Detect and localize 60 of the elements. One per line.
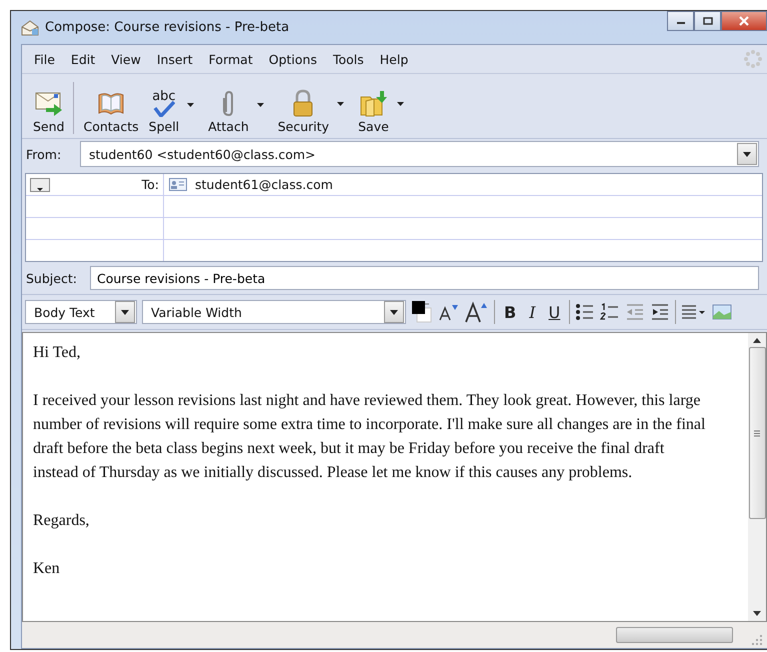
message-paragraph: Hi Ted, xyxy=(33,343,82,363)
scroll-up-icon[interactable] xyxy=(753,338,761,343)
message-paragraph: Regards, xyxy=(33,511,90,531)
increase-indent-icon[interactable] xyxy=(650,302,670,322)
grip-icon xyxy=(754,430,760,436)
menu-item[interactable]: Format xyxy=(200,52,261,66)
message-paragraph: I received your lesson revisions last night and have reviewed them. They look great. However, this large number of revisions will require some extra time to incorporate. I'll make sure all changes are in the final draft before the beta class begins next week, but it may be Friday before you receive the final draft instead of Thursday as we initially discussed. Please let me know if this causes any problems. xyxy=(33,391,706,483)
folder-arrow-icon xyxy=(358,89,388,117)
recipient-type-dropdown[interactable]: To: xyxy=(26,174,164,195)
caret-icon xyxy=(743,152,751,156)
activity-icon xyxy=(743,49,763,69)
menu-item[interactable]: File xyxy=(26,52,63,66)
menu-item[interactable]: Insert xyxy=(148,52,201,66)
toolbar-button[interactable]: Security xyxy=(272,89,354,134)
checkmark-icon xyxy=(152,101,175,117)
minimize-button[interactable] xyxy=(667,11,694,31)
maximize-icon xyxy=(702,17,712,25)
paragraph-style-dropdown[interactable]: Body Text xyxy=(25,300,137,324)
vertical-scrollbar[interactable] xyxy=(748,333,766,621)
close-button[interactable] xyxy=(721,11,767,31)
menu-item[interactable]: View xyxy=(103,52,149,66)
subject-label: Subject: xyxy=(26,270,78,286)
maximize-button[interactable] xyxy=(694,11,721,31)
scroll-down-icon[interactable] xyxy=(753,611,761,616)
contact-card-icon xyxy=(169,178,187,191)
caret-icon xyxy=(256,102,264,106)
underline-button[interactable]: U xyxy=(544,302,564,322)
caret-icon xyxy=(37,188,43,190)
menu-item[interactable]: Edit xyxy=(62,52,104,66)
larger-text-icon[interactable] xyxy=(465,300,489,324)
bold-button[interactable]: B xyxy=(500,302,520,322)
caret-icon xyxy=(337,102,344,106)
paperclip-icon xyxy=(223,91,234,117)
from-dropdown[interactable]: student60 <student60@class.com> xyxy=(80,141,759,167)
toolbar-button[interactable]: Contacts xyxy=(78,89,144,134)
italic-button[interactable]: I xyxy=(525,302,540,322)
envelope-icon xyxy=(21,20,39,36)
toolbar-button[interactable]: Save xyxy=(353,89,413,134)
text-color-icon[interactable] xyxy=(411,300,433,324)
numbered-list-icon[interactable] xyxy=(600,302,620,322)
caret-icon xyxy=(396,102,404,106)
toolbar-button[interactable]: abc Spell xyxy=(144,91,204,134)
close-icon xyxy=(738,16,750,26)
menu-item[interactable]: Help xyxy=(372,52,416,66)
bullet-list-icon[interactable] xyxy=(575,302,596,322)
menu-item[interactable]: Tools xyxy=(324,52,372,66)
menu-item[interactable]: Options xyxy=(260,52,325,66)
caret-icon xyxy=(187,102,194,106)
subject-field[interactable]: Course revisions - Pre-beta xyxy=(90,266,759,290)
window-title: Compose: Course revisions - Pre-beta xyxy=(45,20,290,35)
caret-icon xyxy=(390,310,398,314)
resize-grip-icon[interactable] xyxy=(751,634,763,646)
caret-icon xyxy=(121,310,129,314)
from-label: From: xyxy=(26,146,62,162)
message-paragraph: Ken xyxy=(33,559,61,579)
recipient-address[interactable]: student61@class.com xyxy=(195,177,333,192)
font-dropdown[interactable]: Variable Width xyxy=(142,300,406,324)
toolbar-button[interactable]: Send xyxy=(28,89,70,134)
abc-label: abc xyxy=(152,91,176,103)
toolbar-button[interactable]: Attach xyxy=(203,91,273,134)
